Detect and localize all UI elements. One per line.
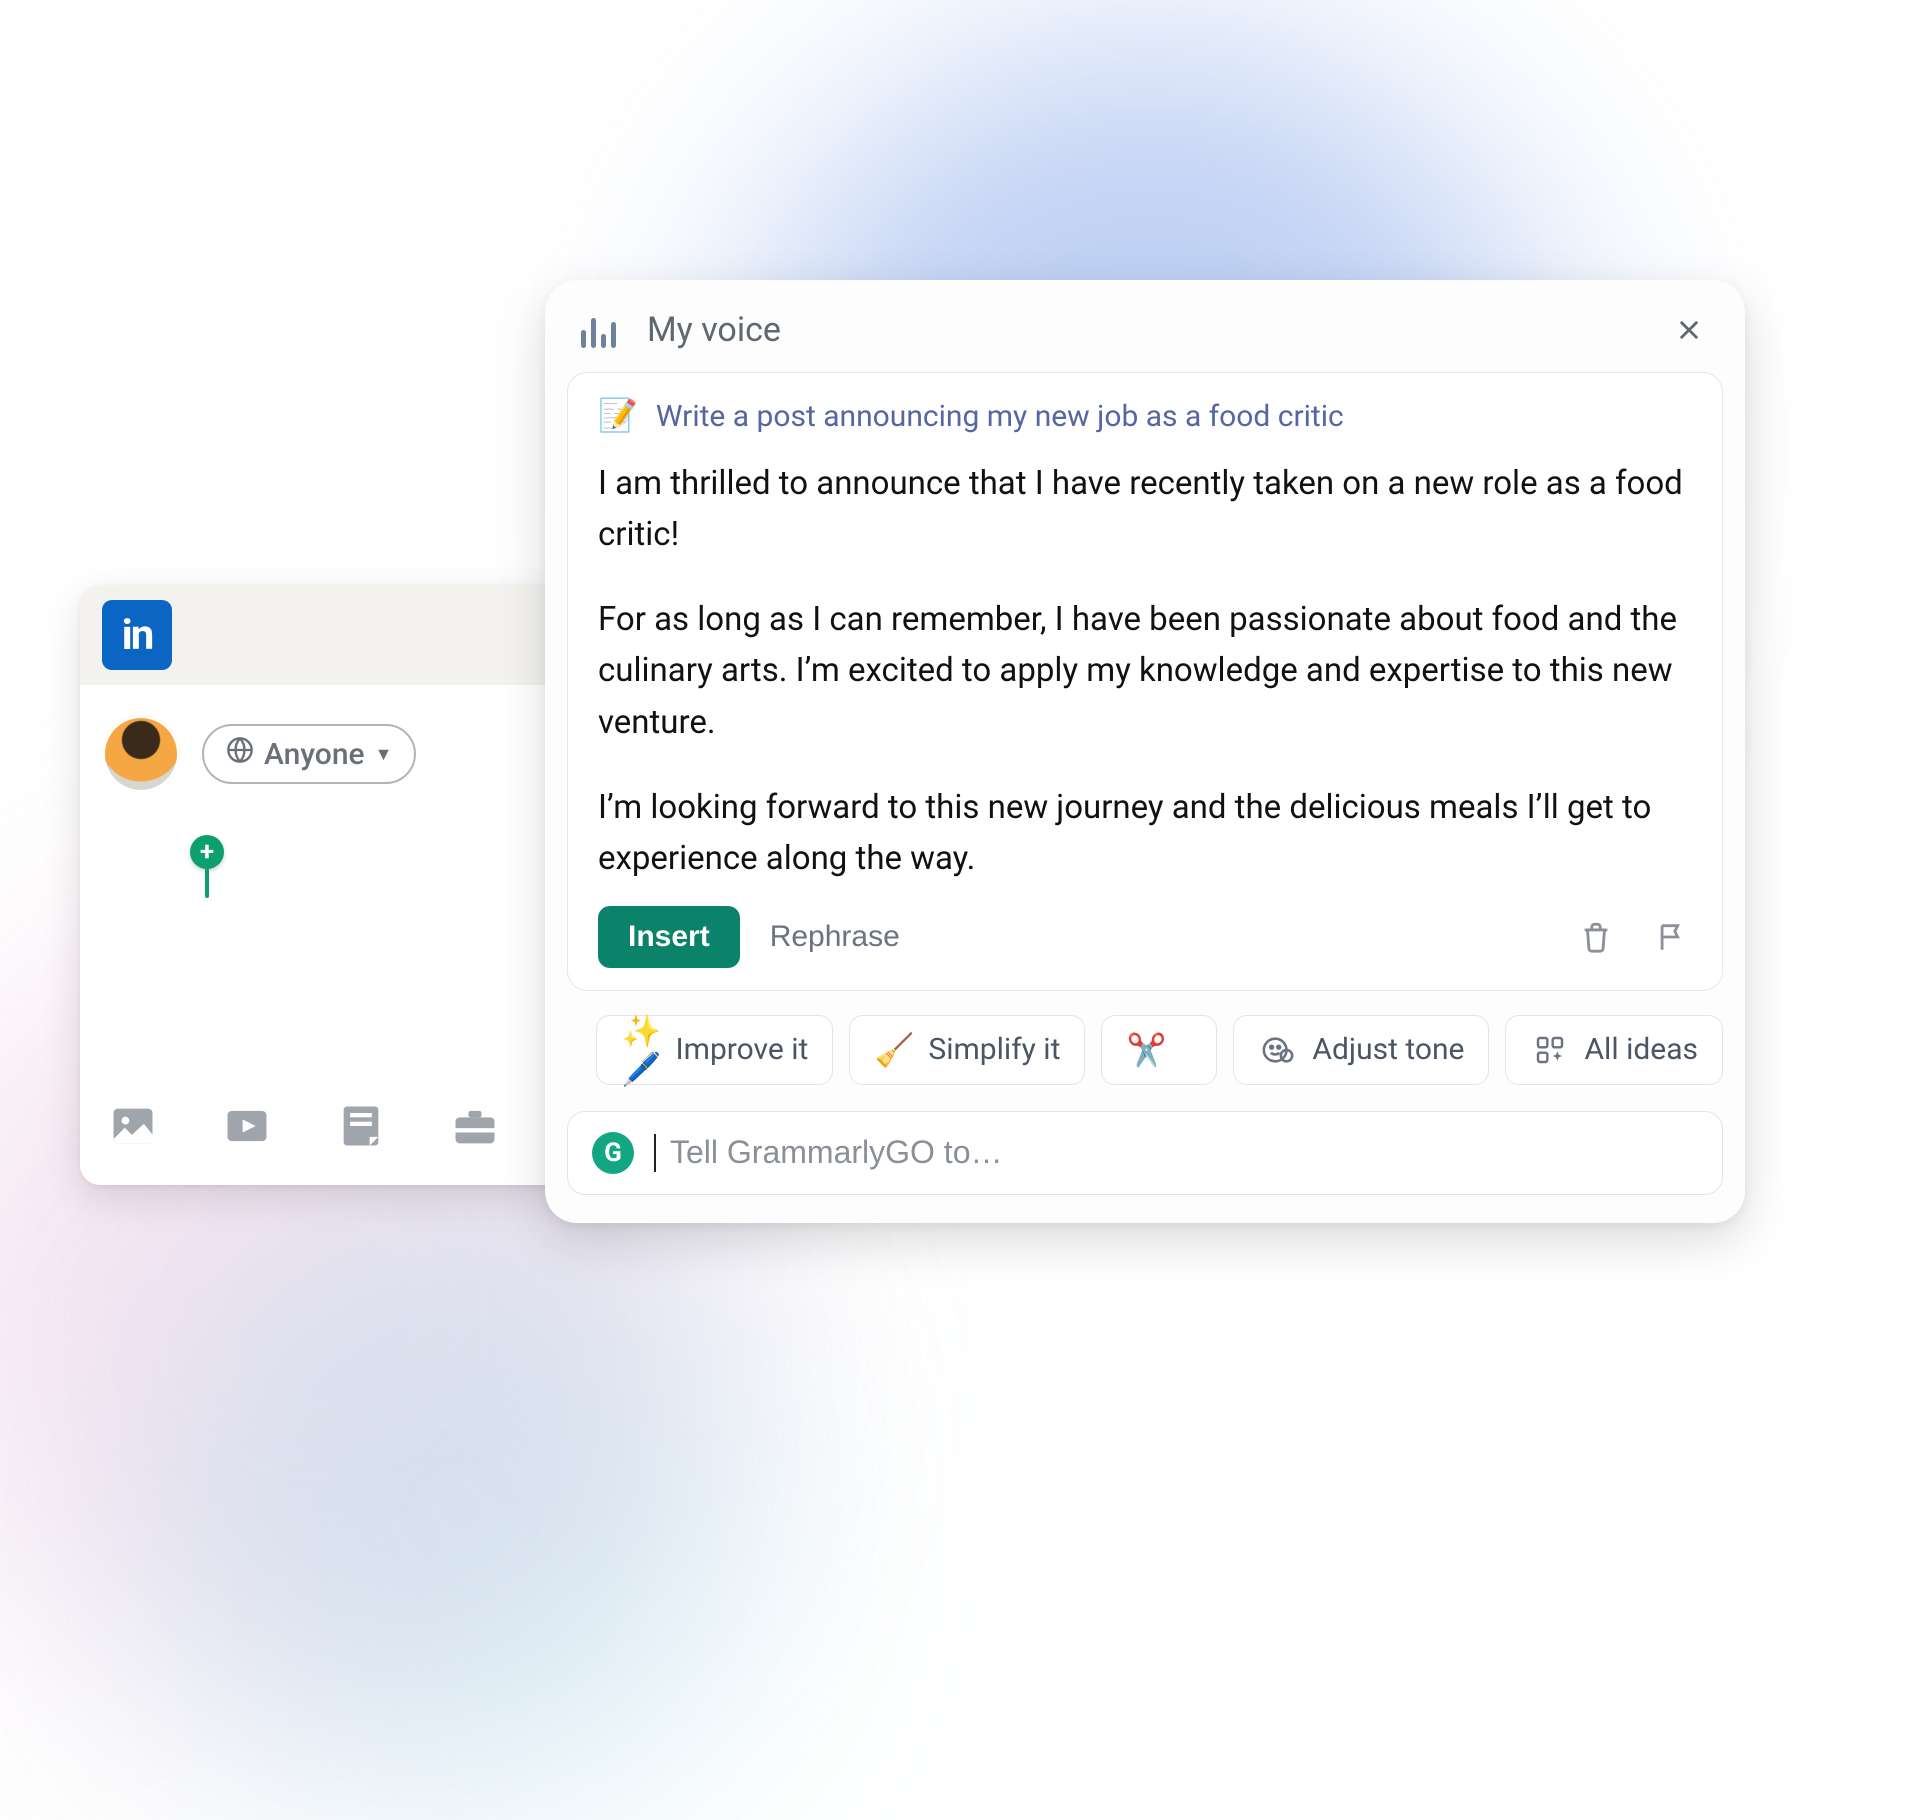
chip-label: All ideas [1584,1032,1698,1067]
scissors-icon: ✂️ [1126,1030,1166,1070]
panel-title: My voice [647,310,781,350]
chip-simplify-it[interactable]: 🧹 Simplify it [849,1015,1085,1085]
flag-icon[interactable] [1652,917,1692,957]
document-icon[interactable] [332,1101,390,1151]
prompt-row: 📝 Write a post announcing my new job as … [598,399,1692,434]
sparkle-pencil-icon: ✨🖊️ [621,1030,661,1070]
rephrase-button[interactable]: Rephrase [770,920,900,954]
avatar[interactable] [102,715,180,793]
generated-paragraph: For as long as I can remember, I have be… [598,594,1692,747]
prompt-text: Write a post announcing my new job as a … [656,399,1344,434]
background-blob [150,1200,770,1820]
audience-selector[interactable]: Anyone ▼ [202,724,416,784]
generation-card: 📝 Write a post announcing my new job as … [567,372,1723,991]
chip-shorten-it[interactable]: ✂️ [1101,1015,1217,1085]
trash-icon[interactable] [1576,917,1616,957]
insert-button[interactable]: Insert [598,906,740,968]
add-content-button[interactable]: + [190,835,224,869]
generated-paragraph: I am thrilled to announce that I have re… [598,458,1692,560]
chip-label: Simplify it [928,1032,1060,1067]
grammarlygo-panel: My voice 📝 Write a post announcing my ne… [545,280,1745,1223]
audience-label: Anyone [264,737,365,772]
chip-improve-it[interactable]: ✨🖊️ Improve it [596,1015,833,1085]
globe-icon [226,736,254,772]
grammarlygo-input[interactable] [670,1134,1698,1171]
voice-waveform-icon [581,312,621,348]
grid-sparkle-icon [1530,1030,1570,1070]
close-button[interactable] [1669,310,1709,350]
chip-label: Improve it [675,1032,808,1067]
broom-icon: 🧹 [874,1030,914,1070]
grammarly-logo-icon: G [592,1132,634,1174]
panel-header: My voice [545,280,1745,372]
caret-down-icon: ▼ [375,744,393,765]
generated-paragraph: I’m looking forward to this new journey … [598,782,1692,884]
generated-text: I am thrilled to announce that I have re… [598,458,1692,884]
briefcase-icon[interactable] [446,1101,504,1151]
chip-label: Adjust tone [1312,1032,1464,1067]
chip-all-ideas[interactable]: All ideas [1505,1015,1723,1085]
writing-prompt-icon: 📝 [598,399,638,431]
linkedin-logo-icon: in [102,600,172,670]
video-icon[interactable] [218,1101,276,1151]
suggestion-chips: ✨🖊️ Improve it 🧹 Simplify it ✂️ Adjust t… [545,991,1745,1085]
linkedin-logo-text: in [122,611,153,660]
grammarlygo-input-bar[interactable]: G [567,1111,1723,1195]
chip-adjust-tone[interactable]: Adjust tone [1233,1015,1489,1085]
image-icon[interactable] [104,1101,162,1151]
text-caret [654,1134,656,1172]
smiley-adjust-icon [1258,1030,1298,1070]
